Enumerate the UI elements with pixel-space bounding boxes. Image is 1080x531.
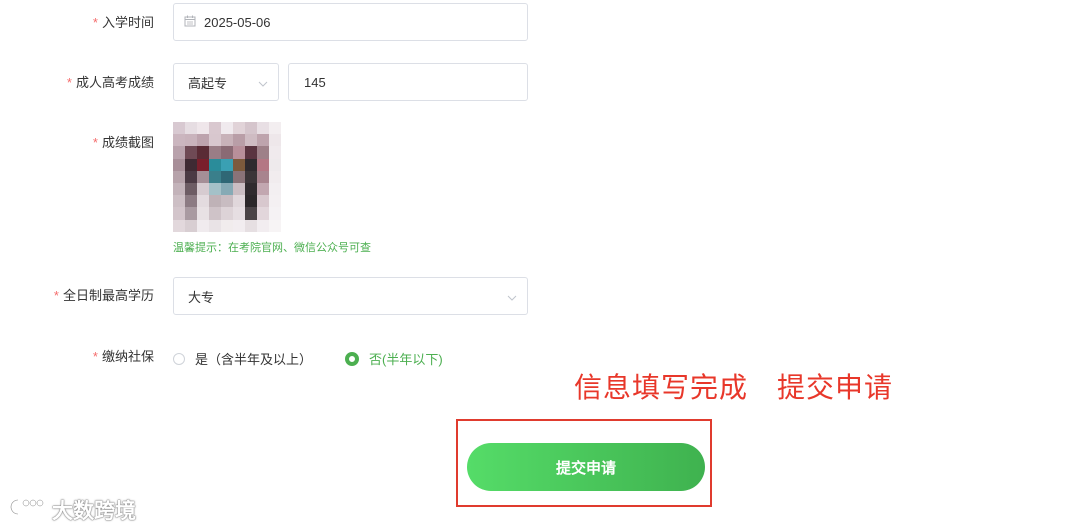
required-mark: * bbox=[92, 349, 98, 364]
screenshot-label: * 成绩截图 bbox=[93, 135, 154, 151]
exam-score-value: 145 bbox=[304, 74, 326, 90]
radio-option-no-label: 否(半年以下) bbox=[369, 352, 443, 367]
radio-option-yes-label: 是（含半年及以上） bbox=[195, 352, 313, 367]
chevron-down-icon bbox=[507, 291, 517, 306]
required-mark: * bbox=[66, 75, 72, 90]
required-mark: * bbox=[53, 288, 59, 303]
exam-level-value: 高起专 bbox=[188, 75, 228, 91]
watermark: 大数跨境 bbox=[8, 495, 136, 525]
education-label: * 全日制最高学历 bbox=[54, 288, 154, 304]
radio-option-no[interactable]: 否(半年以下) bbox=[345, 349, 443, 368]
screenshot-label-text: 成绩截图 bbox=[101, 135, 154, 150]
watermark-text: 大数跨境 bbox=[52, 500, 136, 523]
chevron-down-icon bbox=[258, 77, 268, 92]
education-label-text: 全日制最高学历 bbox=[62, 288, 154, 303]
enroll-time-label-text: 入学时间 bbox=[101, 15, 154, 30]
enroll-time-label: * 入学时间 bbox=[93, 15, 154, 31]
required-mark: * bbox=[92, 15, 98, 30]
enroll-date-picker[interactable]: 2025-05-06 bbox=[173, 3, 528, 41]
exam-score-label: * 成人高考成绩 bbox=[67, 75, 154, 91]
exam-score-label-text: 成人高考成绩 bbox=[75, 75, 154, 90]
screenshot-hint: 温馨提示：在考院官网、微信公众号可查 bbox=[173, 242, 371, 254]
education-value: 大专 bbox=[188, 289, 215, 305]
exam-score-input[interactable]: 145 bbox=[288, 63, 528, 101]
radio-option-yes[interactable]: 是（含半年及以上） bbox=[173, 349, 312, 368]
annotation-text: 信息填写完成 提交申请 bbox=[574, 371, 894, 404]
submit-button[interactable]: 提交申请 bbox=[467, 443, 705, 491]
radio-checked-icon bbox=[345, 351, 359, 366]
enroll-date-value: 2025-05-06 bbox=[204, 14, 271, 30]
social-security-label: * 缴纳社保 bbox=[93, 349, 154, 365]
calendar-icon bbox=[184, 15, 196, 30]
radio-circle-icon bbox=[173, 352, 185, 365]
required-mark: * bbox=[92, 135, 98, 150]
exam-level-select[interactable]: 高起专 bbox=[173, 63, 279, 101]
social-security-label-text: 缴纳社保 bbox=[101, 349, 154, 364]
education-select[interactable]: 大专 bbox=[173, 277, 528, 315]
watermark-logo-icon bbox=[8, 497, 48, 523]
score-screenshot-thumbnail[interactable] bbox=[173, 122, 281, 232]
